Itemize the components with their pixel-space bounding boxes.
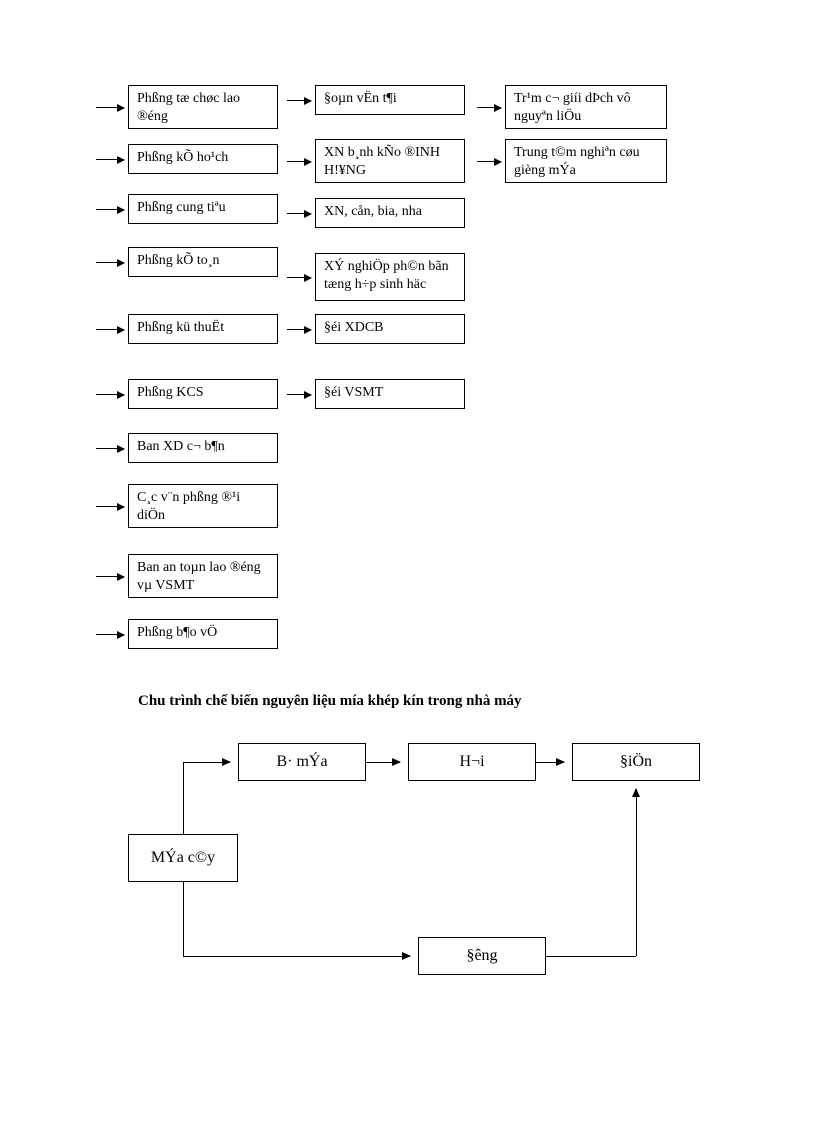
conn-h: [183, 762, 230, 763]
label: §êng: [466, 947, 497, 965]
box-col1-3: Phßng kÕ to¸n: [128, 247, 278, 277]
box-col2-0: §oµn vËn t¶i: [315, 85, 465, 115]
conn-v: [183, 762, 184, 834]
arrow-mid: [287, 277, 311, 278]
arrow-in: [96, 107, 124, 108]
label: §iÖn: [620, 753, 652, 771]
box-col2-3: XÝ nghiÖp ph©n bãn tæng h÷p sinh häc: [315, 253, 465, 301]
flow-dien: §iÖn: [572, 743, 700, 781]
label: Phßng b¶o vÖ: [137, 624, 217, 642]
box-col1-9: Phßng b¶o vÖ: [128, 619, 278, 649]
box-col2-1: XN b¸nh kÑo ®INH H!¥NG: [315, 139, 465, 183]
label: Ban XD c¬ b¶n: [137, 438, 225, 456]
arrow-mid: [287, 213, 311, 214]
box-col1-4: Phßng kü thuËt: [128, 314, 278, 344]
arrow-in: [96, 576, 124, 577]
arrow-in: [96, 506, 124, 507]
arrow-mid: [287, 100, 311, 101]
conn-v: [183, 882, 184, 956]
label: MÝa c©y: [151, 849, 215, 867]
box-col1-6: Ban XD c¬ b¶n: [128, 433, 278, 463]
flow-dong: §êng: [418, 937, 546, 975]
conn-h: [536, 762, 564, 763]
label: Phßng kÕ to¸n: [137, 252, 219, 270]
arrow-in: [96, 159, 124, 160]
label: B· mÝa: [276, 753, 327, 771]
arrow-in: [96, 329, 124, 330]
box-col2-4: §éi XDCB: [315, 314, 465, 344]
arrow-in: [96, 394, 124, 395]
arrow-mid: [287, 161, 311, 162]
box-col2-5: §éi VSMT: [315, 379, 465, 409]
box-col2-2: XN, cån, bia, nha: [315, 198, 465, 228]
flow-mia-cay: MÝa c©y: [128, 834, 238, 882]
label: Trung t©m nghiªn cøu gièng mÝa: [514, 144, 658, 179]
box-col1-0: Phßng tæ chøc lao ®éng: [128, 85, 278, 129]
box-col3-0: Tr¹m c¬ giíi dÞch vô nguyªn liÖu: [505, 85, 667, 129]
arrow-mid: [287, 329, 311, 330]
label: C¸c v¨n phßng ®¹i diÖn: [137, 489, 269, 524]
conn-h: [546, 956, 636, 957]
label: §éi XDCB: [324, 319, 384, 337]
label: §oµn vËn t¶i: [324, 90, 397, 108]
box-col1-7: C¸c v¨n phßng ®¹i diÖn: [128, 484, 278, 528]
label: XÝ nghiÖp ph©n bãn tæng h÷p sinh häc: [324, 258, 456, 293]
box-col1-8: Ban an toµn lao ®éng vµ VSMT: [128, 554, 278, 598]
arrow-mid: [477, 161, 501, 162]
conn-v: [636, 789, 637, 956]
label: XN, cån, bia, nha: [324, 203, 422, 221]
arrow-in: [96, 634, 124, 635]
label: Phßng kü thuËt: [137, 319, 224, 337]
box-col3-1: Trung t©m nghiªn cøu gièng mÝa: [505, 139, 667, 183]
flow-hoi: H¬i: [408, 743, 536, 781]
label: XN b¸nh kÑo ®INH H!¥NG: [324, 144, 456, 179]
arrow-mid: [477, 107, 501, 108]
label: Phßng KCS: [137, 384, 204, 402]
title-text: Chu trình chế biến nguyên liệu mía khép …: [138, 693, 522, 709]
conn-h: [366, 762, 400, 763]
label: Ban an toµn lao ®éng vµ VSMT: [137, 559, 269, 594]
box-col1-1: Phßng kÕ ho¹ch: [128, 144, 278, 174]
label: H¬i: [459, 753, 484, 771]
section-title: Chu trình chế biến nguyên liệu mía khép …: [138, 693, 522, 710]
label: §éi VSMT: [324, 384, 383, 402]
box-col1-2: Phßng cung tiªu: [128, 194, 278, 224]
label: Phßng cung tiªu: [137, 199, 226, 217]
arrow-in: [96, 448, 124, 449]
page: Phßng tæ chøc lao ®éng Phßng kÕ ho¹ch Ph…: [0, 0, 816, 1123]
arrow-in: [96, 209, 124, 210]
arrow-in: [96, 262, 124, 263]
arrow-mid: [287, 394, 311, 395]
flow-ba-mia: B· mÝa: [238, 743, 366, 781]
label: Phßng kÕ ho¹ch: [137, 149, 228, 167]
box-col1-5: Phßng KCS: [128, 379, 278, 409]
label: Tr¹m c¬ giíi dÞch vô nguyªn liÖu: [514, 90, 658, 125]
conn-h: [183, 956, 410, 957]
label: Phßng tæ chøc lao ®éng: [137, 90, 269, 125]
